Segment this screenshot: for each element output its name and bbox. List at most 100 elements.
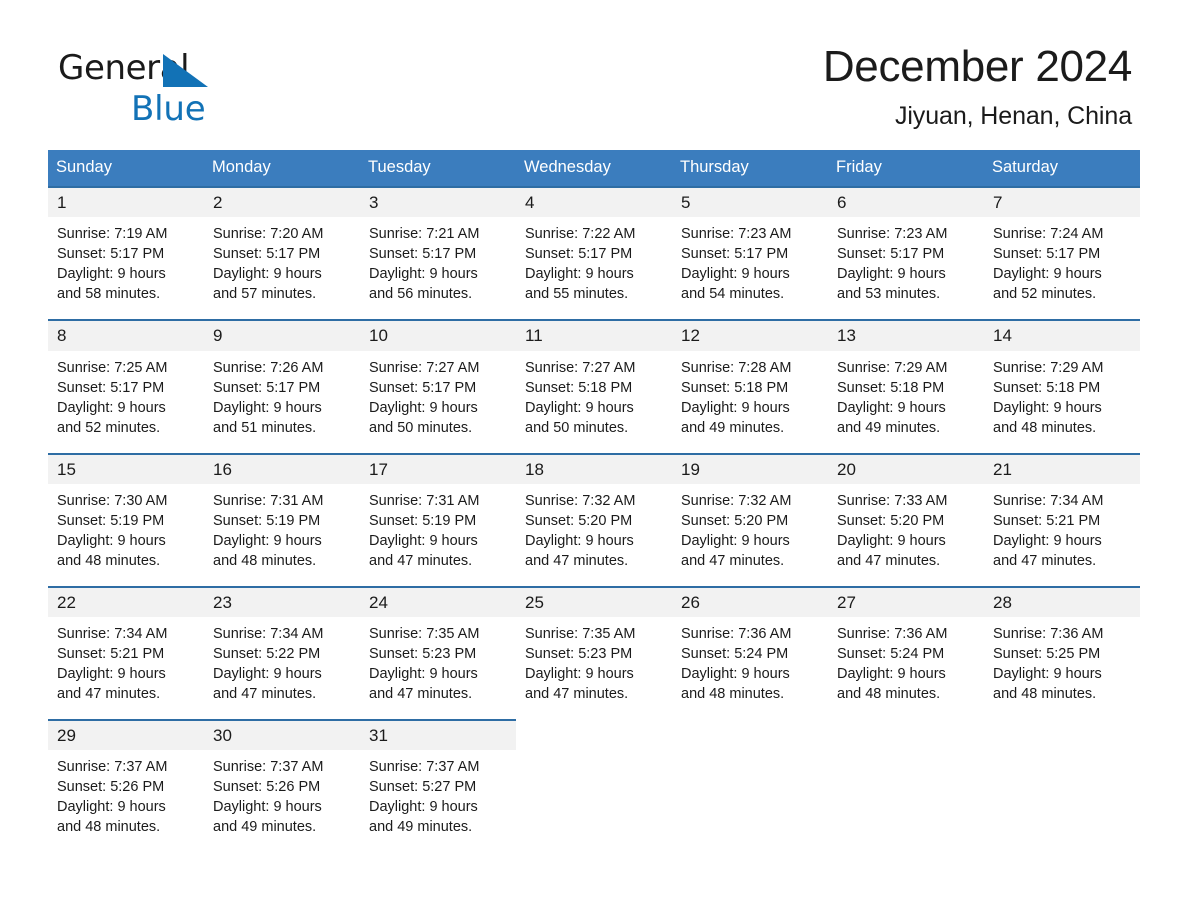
- day-number-cell[interactable]: 27: [828, 585, 984, 617]
- day-number-cell[interactable]: 16: [204, 452, 360, 484]
- day-number-cell[interactable]: 3: [360, 185, 516, 218]
- general-blue-logo[interactable]: General Blue: [58, 50, 208, 126]
- day-number-cell[interactable]: 17: [360, 452, 516, 484]
- sunrise-text: Sunrise: 7:27 AM: [369, 359, 480, 376]
- day-number-cell[interactable]: 24: [360, 585, 516, 617]
- daylight-text-line2: and 51 minutes.: [213, 419, 317, 436]
- day-info-cell: Sunrise: 7:35 AM Sunset: 5:23 PM Dayligh…: [516, 617, 672, 707]
- day-number-cell[interactable]: 7: [984, 185, 1140, 218]
- week-separator: [48, 307, 1140, 321]
- day-number-cell[interactable]: 13: [828, 319, 984, 351]
- location-subtitle: Jiyuan, Henan, China: [894, 102, 1132, 131]
- day-number-cell[interactable]: 31: [360, 718, 516, 751]
- daylight-text-line2: and 47 minutes.: [837, 552, 941, 569]
- sunrise-text: Sunrise: 7:34 AM: [993, 492, 1104, 509]
- empty-info-cell: [516, 750, 672, 841]
- daylight-text-line2: and 48 minutes.: [681, 686, 785, 702]
- day-number-cell[interactable]: 22: [48, 585, 204, 617]
- day-number-cell[interactable]: 29: [48, 718, 204, 751]
- day-number-cell[interactable]: 15: [48, 452, 204, 484]
- sunrise-sunset-calendar: Sunday Monday Tuesday Wednesday Thursday…: [48, 150, 1140, 841]
- daylight-text-line2: and 49 minutes.: [681, 419, 785, 436]
- day-number-cell[interactable]: 12: [672, 319, 828, 351]
- daylight-text-line2: and 48 minutes.: [57, 552, 161, 569]
- daylight-text-line1: Daylight: 9 hours: [369, 799, 478, 816]
- day-info-cell: Sunrise: 7:23 AM Sunset: 5:17 PM Dayligh…: [672, 217, 828, 308]
- day-of-week-header-row: Sunday Monday Tuesday Wednesday Thursday…: [48, 150, 1140, 187]
- sunrise-text: Sunrise: 7:28 AM: [681, 359, 792, 376]
- sunrise-text: Sunrise: 7:23 AM: [837, 226, 948, 243]
- day-number-cell[interactable]: 8: [48, 319, 204, 351]
- daylight-text-line2: and 49 minutes.: [213, 819, 317, 836]
- day-number-cell[interactable]: 23: [204, 585, 360, 617]
- day-number-cell[interactable]: 14: [984, 319, 1140, 351]
- week-3-date-row: 15 16 17 18 19 20 21: [48, 452, 1140, 484]
- sunrise-text: Sunrise: 7:22 AM: [525, 226, 636, 243]
- day-number-cell[interactable]: 11: [516, 319, 672, 351]
- daylight-text-line1: Daylight: 9 hours: [993, 666, 1102, 682]
- sunset-text: Sunset: 5:18 PM: [525, 379, 633, 396]
- sunrise-text: Sunrise: 7:25 AM: [57, 359, 168, 376]
- day-info-cell: Sunrise: 7:25 AM Sunset: 5:17 PM Dayligh…: [48, 350, 204, 441]
- day-info-cell: Sunrise: 7:36 AM Sunset: 5:24 PM Dayligh…: [828, 617, 984, 707]
- sunrise-text: Sunrise: 7:19 AM: [57, 226, 168, 243]
- sunrise-text: Sunrise: 7:20 AM: [213, 226, 324, 243]
- day-number-cell[interactable]: 6: [828, 185, 984, 218]
- empty-day-cell: [672, 718, 828, 751]
- day-number-cell[interactable]: 9: [204, 319, 360, 351]
- day-info-cell: Sunrise: 7:37 AM Sunset: 5:27 PM Dayligh…: [360, 750, 516, 841]
- day-number-cell[interactable]: 1: [48, 185, 204, 218]
- daylight-text-line2: and 52 minutes.: [57, 419, 161, 436]
- sunrise-text: Sunrise: 7:32 AM: [681, 492, 792, 509]
- day-number-cell[interactable]: 2: [204, 185, 360, 218]
- sunrise-text: Sunrise: 7:37 AM: [57, 759, 168, 776]
- day-number-cell[interactable]: 10: [360, 319, 516, 351]
- week-3-info-row: Sunrise: 7:30 AM Sunset: 5:19 PM Dayligh…: [48, 483, 1140, 574]
- week-2-date-row: 8 9 10 11 12 13 14: [48, 319, 1140, 351]
- sunset-text: Sunset: 5:26 PM: [213, 779, 321, 796]
- sunrise-text: Sunrise: 7:26 AM: [213, 359, 324, 376]
- empty-info-cell: [984, 750, 1140, 841]
- day-number-cell[interactable]: 26: [672, 585, 828, 617]
- daylight-text-line1: Daylight: 9 hours: [213, 266, 322, 283]
- daylight-text-line2: and 58 minutes.: [57, 286, 161, 303]
- daylight-text-line2: and 47 minutes.: [57, 686, 161, 702]
- daylight-text-line1: Daylight: 9 hours: [369, 532, 478, 549]
- daylight-text-line1: Daylight: 9 hours: [369, 666, 478, 682]
- sunrise-text: Sunrise: 7:27 AM: [525, 359, 636, 376]
- day-number-cell[interactable]: 5: [672, 185, 828, 218]
- week-5-info-row: Sunrise: 7:37 AM Sunset: 5:26 PM Dayligh…: [48, 750, 1140, 841]
- daylight-text-line1: Daylight: 9 hours: [837, 399, 946, 416]
- sunset-text: Sunset: 5:24 PM: [681, 646, 789, 662]
- daylight-text-line2: and 49 minutes.: [837, 419, 941, 436]
- day-number-cell[interactable]: 30: [204, 718, 360, 751]
- sunset-text: Sunset: 5:18 PM: [681, 379, 789, 396]
- daylight-text-line1: Daylight: 9 hours: [993, 399, 1102, 416]
- day-info-cell: Sunrise: 7:20 AM Sunset: 5:17 PM Dayligh…: [204, 217, 360, 308]
- calendar-page: General Blue December 2024 Jiyuan, Henan…: [0, 0, 1188, 918]
- day-number-cell[interactable]: 25: [516, 585, 672, 617]
- dow-header-wednesday: Wednesday: [516, 150, 672, 187]
- sunset-text: Sunset: 5:19 PM: [57, 512, 165, 529]
- day-number-cell[interactable]: 21: [984, 452, 1140, 484]
- day-number-cell[interactable]: 28: [984, 585, 1140, 617]
- sunrise-text: Sunrise: 7:31 AM: [213, 492, 324, 509]
- day-number-cell[interactable]: 19: [672, 452, 828, 484]
- week-separator: [48, 573, 1140, 587]
- daylight-text-line2: and 53 minutes.: [837, 286, 941, 303]
- daylight-text-line2: and 47 minutes.: [369, 686, 473, 702]
- day-number-cell[interactable]: 20: [828, 452, 984, 484]
- sunrise-text: Sunrise: 7:35 AM: [369, 626, 480, 642]
- sunrise-text: Sunrise: 7:34 AM: [57, 626, 168, 642]
- sunset-text: Sunset: 5:18 PM: [837, 379, 945, 396]
- day-info-cell: Sunrise: 7:36 AM Sunset: 5:25 PM Dayligh…: [984, 617, 1140, 707]
- daylight-text-line1: Daylight: 9 hours: [681, 399, 790, 416]
- sunset-text: Sunset: 5:27 PM: [369, 779, 477, 796]
- daylight-text-line1: Daylight: 9 hours: [369, 399, 478, 416]
- day-number-cell[interactable]: 18: [516, 452, 672, 484]
- empty-day-cell: [984, 718, 1140, 751]
- sunrise-text: Sunrise: 7:34 AM: [213, 626, 324, 642]
- day-info-cell: Sunrise: 7:36 AM Sunset: 5:24 PM Dayligh…: [672, 617, 828, 707]
- dow-header-thursday: Thursday: [672, 150, 828, 187]
- day-number-cell[interactable]: 4: [516, 185, 672, 218]
